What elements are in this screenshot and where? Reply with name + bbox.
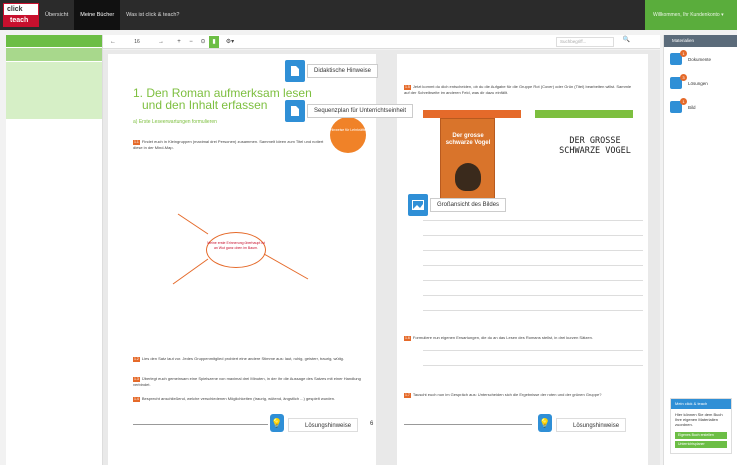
- lightbulb-icon[interactable]: 💡: [270, 414, 284, 432]
- my-click-teach-box: Mein click & teach Hier können Sie dem B…: [670, 398, 732, 454]
- highlight-button[interactable]: ▮: [209, 35, 219, 48]
- task-text: 1.7 Tauscht euch nun im Gespräch aus: Unt…: [404, 392, 602, 398]
- search-input[interactable]: Suchbegriff...: [556, 37, 614, 47]
- sidebar-item[interactable]: [6, 47, 102, 61]
- materials-item-documents[interactable]: 1 Dokumente: [664, 47, 737, 71]
- left-sidebar: [6, 35, 103, 465]
- tools-menu-button[interactable]: ⚙▾: [222, 38, 238, 45]
- document-icon: [285, 100, 305, 122]
- count-badge: 1: [680, 50, 687, 57]
- count-badge: 1: [680, 98, 687, 105]
- account-button[interactable]: Willkommen, Ihr Kundenkonto ▾: [645, 0, 737, 30]
- next-page-button[interactable]: →: [155, 39, 167, 45]
- materials-item-image[interactable]: 1 Bild: [664, 95, 737, 119]
- sidebar-item[interactable]: [6, 61, 102, 75]
- right-sidebar: Materialien 1 Dokumente 3 Lösungen 1 Bil…: [663, 35, 737, 465]
- teacher-notes-badge[interactable]: Hinweise für Lehrkräfte: [330, 117, 366, 153]
- lightbulb-icon[interactable]: 💡: [538, 414, 552, 432]
- image-icon: [408, 194, 428, 216]
- didactic-hints-overlay[interactable]: Didaktische Hinweise: [285, 60, 379, 82]
- sidebar-panel: [6, 75, 102, 119]
- divider: [404, 424, 532, 425]
- task-text: 1.2 Lies den Satz laut vor. Jedes Gruppen…: [133, 356, 344, 362]
- sidebar-header[interactable]: [6, 35, 102, 47]
- task-text: 1.3 Überlegt euch gemeinsam eine Spielsze…: [133, 376, 361, 387]
- logo-bottom-text: teach: [4, 15, 38, 26]
- materials-header: Materialien: [664, 35, 737, 47]
- page-number-input[interactable]: 16: [119, 39, 155, 45]
- writing-line: [423, 350, 643, 351]
- task-text: 1.6 Formuliere nun eigenen Erwartungen, d…: [404, 335, 593, 341]
- didactic-hints-label: Didaktische Hinweise: [307, 64, 379, 78]
- logo[interactable]: click teach: [3, 3, 39, 27]
- count-badge: 3: [680, 74, 687, 81]
- task-text: 1.5 Jetzt kommt du dich entscheiden, ob d…: [404, 84, 632, 95]
- lesson-planner-button[interactable]: Unterrichtsplaner: [675, 441, 727, 448]
- top-bar: click teach Übersicht Meine Bücher Was i…: [0, 0, 737, 30]
- enlarge-image-label: Großansicht des Bildes: [430, 198, 507, 212]
- group-red-bar: [423, 110, 521, 118]
- materials-item-label: Dokumente: [688, 56, 712, 62]
- writing-line: [423, 250, 643, 251]
- sequence-plan-overlay[interactable]: Sequenzplan für Unterrichtseinheit: [285, 100, 414, 122]
- solution-hints-button[interactable]: Lösungshinweise: [288, 418, 359, 432]
- prev-page-button[interactable]: ←: [107, 39, 119, 45]
- writing-line: [423, 295, 643, 296]
- logo-top-text: click: [7, 6, 23, 13]
- task-text: 1.4 Besprecht anschließend, welche versch…: [133, 396, 336, 402]
- divider: [133, 424, 268, 425]
- create-book-button[interactable]: Eigenes Buch erstellen: [675, 432, 727, 439]
- solution-hints-button[interactable]: Lösungshinweise: [556, 418, 627, 432]
- sequence-plan-label: Sequenzplan für Unterrichtseinheit: [307, 104, 414, 118]
- tab-uebersicht[interactable]: Übersicht: [39, 0, 74, 30]
- fit-page-button[interactable]: ⊙: [197, 38, 209, 45]
- search-icon[interactable]: 🔍: [623, 36, 630, 43]
- enlarge-image-overlay[interactable]: Großansicht des Bildes: [408, 194, 507, 216]
- book-viewer: 1. Den Roman aufmerksam lesen und den In…: [103, 50, 660, 465]
- zoom-out-button[interactable]: −: [185, 39, 197, 45]
- tab-meine-buecher[interactable]: Meine Bücher: [74, 0, 121, 30]
- page-number: 6: [370, 421, 374, 427]
- bird-illustration: [455, 163, 481, 191]
- writing-line: [423, 280, 643, 281]
- group-green-bar: [535, 110, 633, 118]
- materials-item-label: Lösungen: [688, 80, 708, 86]
- handwritten-title: DER GROSSE SCHWARZE VOGEL: [559, 136, 631, 156]
- writing-line: [423, 365, 643, 366]
- book-cover-image[interactable]: Der grosse schwarze Vogel: [440, 118, 495, 203]
- task-text: 1.1 Findet euch in Kleingruppen (maximal …: [133, 139, 324, 150]
- box-title: Mein click & teach: [671, 399, 731, 409]
- writing-line: [423, 310, 643, 311]
- chapter-subtitle: a) Erste Leseerwartungen formulieren: [133, 119, 217, 125]
- materials-item-solutions[interactable]: 3 Lösungen: [664, 71, 737, 95]
- cover-title: Der grosse schwarze Vogel: [445, 133, 491, 146]
- mind-map-lines: [172, 213, 309, 285]
- writing-line: [423, 235, 643, 236]
- materials-item-label: Bild: [688, 104, 696, 110]
- zoom-in-button[interactable]: +: [173, 39, 185, 45]
- box-text: Hier können Sie dem Buch Ihre eigenen Ma…: [675, 412, 723, 427]
- tab-was-ist[interactable]: Was ist click & teach?: [120, 0, 185, 30]
- writing-line: [423, 265, 643, 266]
- writing-line: [423, 220, 643, 221]
- book-toolbar: ← 16 → + − ⊙ ▮ ⚙▾ Suchbegriff... 🔍: [103, 35, 660, 49]
- document-icon: [285, 60, 305, 82]
